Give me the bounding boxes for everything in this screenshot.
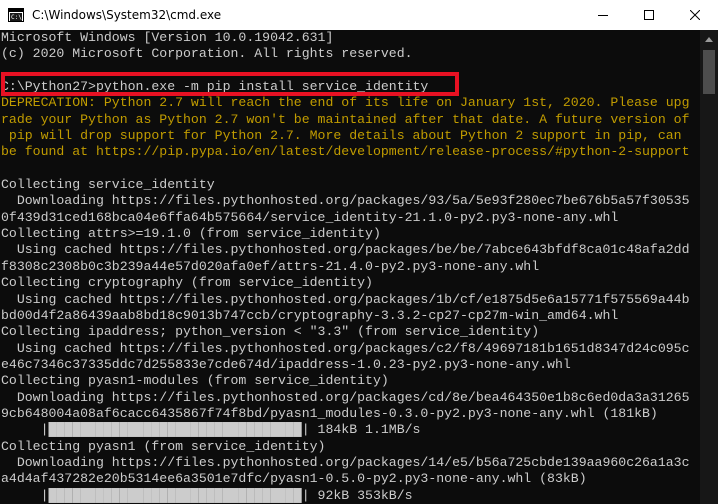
console-line: Collecting service_identity bbox=[1, 177, 215, 193]
console-output[interactable]: Microsoft Windows [Version 10.0.19042.63… bbox=[0, 30, 700, 504]
console-line: Downloading https://files.pythonhosted.o… bbox=[1, 454, 690, 470]
window-title: C:\Windows\System32\cmd.exe bbox=[32, 8, 222, 22]
console-line: e46c7346c37335ddc7d255833e7cde674d/ipadd… bbox=[1, 356, 571, 372]
maximize-icon bbox=[644, 10, 654, 20]
console-line: a4d4af437282e20b5314ee6a3501e7dfc/pyasn1… bbox=[1, 471, 587, 487]
console-line: Using cached https://files.pythonhosted.… bbox=[1, 291, 690, 307]
svg-text:C:\: C:\ bbox=[11, 14, 22, 21]
console-line: Using cached https://files.pythonhosted.… bbox=[1, 340, 690, 356]
console-line: f8308c2308b0c3b239a44e57d020afa0ef/attrs… bbox=[1, 258, 540, 274]
console-line: Collecting cryptography (from service_id… bbox=[1, 275, 373, 291]
vertical-scrollbar[interactable] bbox=[700, 30, 718, 504]
console-line: Collecting ipaddress; python_version < "… bbox=[1, 324, 540, 340]
console-line: Downloading https://files.pythonhosted.o… bbox=[1, 193, 690, 209]
console-line: Using cached https://files.pythonhosted.… bbox=[1, 242, 690, 258]
cmd-icon[interactable]: C:\ bbox=[8, 7, 24, 23]
console-line: 0f439d31ced168bca04e6ffa64b575664/servic… bbox=[1, 209, 619, 225]
scroll-up-arrow-icon[interactable] bbox=[700, 30, 718, 48]
minimize-button[interactable] bbox=[580, 0, 626, 30]
close-button[interactable] bbox=[672, 0, 718, 30]
minimize-icon bbox=[598, 15, 608, 16]
console-line: Downloading https://files.pythonhosted.o… bbox=[1, 389, 690, 405]
console-line: (c) 2020 Microsoft Corporation. All righ… bbox=[1, 46, 413, 62]
console-line: 9cb648004a08af6cacc6435867f74f8bd/pyasn1… bbox=[1, 405, 658, 421]
console-line: bd00d4f2a86439aab8bd18c9013b747ccb/crypt… bbox=[1, 307, 619, 323]
command-line: C:\Python27>python.exe -m pip install se… bbox=[1, 79, 429, 95]
maximize-button[interactable] bbox=[626, 0, 672, 30]
console-line: Collecting pyasn1-modules (from service_… bbox=[1, 373, 389, 389]
deprecation-warning-line: pip will drop support for Python 2.7. Mo… bbox=[1, 128, 682, 144]
deprecation-warning-line: rade your Python as Python 2.7 won't be … bbox=[1, 111, 690, 127]
cmd-window: C:\ C:\Windows\System32\cmd.exe Microsof… bbox=[0, 0, 718, 504]
deprecation-warning-line: DEPRECATION: Python 2.7 will reach the e… bbox=[1, 95, 690, 111]
console-line: Collecting attrs>=19.1.0 (from service_i… bbox=[1, 226, 381, 242]
console-line: |████████████████████████████████| 184kB… bbox=[1, 422, 421, 438]
scroll-thumb[interactable] bbox=[703, 50, 715, 94]
title-bar[interactable]: C:\ C:\Windows\System32\cmd.exe bbox=[0, 0, 718, 30]
console-line: Collecting pyasn1 (from service_identity… bbox=[1, 438, 326, 454]
console-line: |████████████████████████████████| 92kB … bbox=[1, 487, 413, 503]
deprecation-warning-line: be found at https://pip.pypa.io/en/lates… bbox=[1, 144, 690, 160]
console-line: Microsoft Windows [Version 10.0.19042.63… bbox=[1, 30, 334, 45]
close-icon bbox=[690, 10, 700, 20]
